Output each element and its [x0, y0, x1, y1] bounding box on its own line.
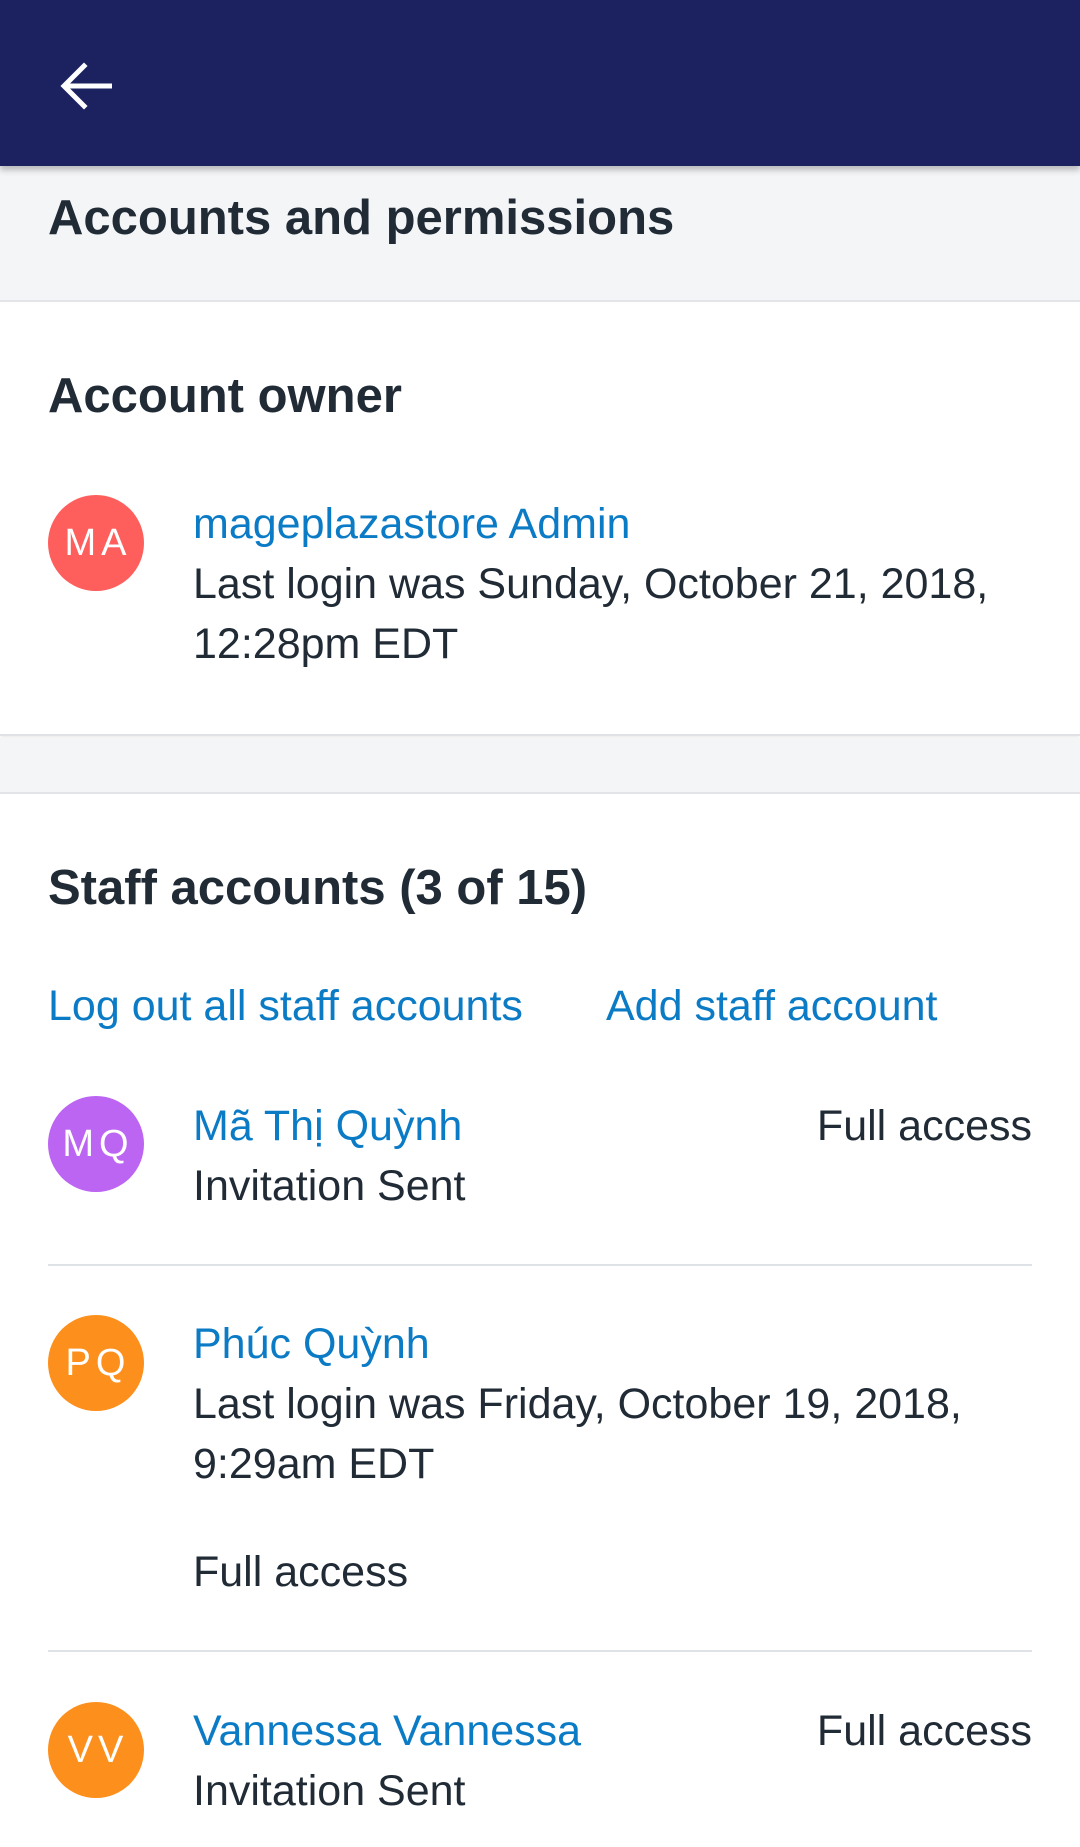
arrow-left-icon	[60, 62, 112, 110]
list-divider	[48, 1264, 1032, 1266]
staff-status: Invitation Sent	[193, 1162, 466, 1210]
staff-access-level: Full access	[193, 1548, 409, 1596]
account-owner-card: Account owner MA mageplazastore Admin La…	[0, 304, 1080, 736]
owner-avatar: MA	[48, 495, 144, 591]
logout-all-staff-link[interactable]: Log out all staff accounts	[48, 976, 523, 1036]
page-title: Accounts and permissions	[48, 191, 675, 245]
staff-name-link[interactable]: Vannessa Vannessa	[193, 1701, 581, 1761]
staff-last-login-line1: Last login was Friday, October 19, 2018,	[193, 1380, 962, 1428]
staff-name-link[interactable]: Phúc Quỳnh	[193, 1314, 430, 1374]
staff-avatar: PQ	[48, 1315, 144, 1411]
staff-avatar: VV	[48, 1702, 144, 1798]
account-owner-heading: Account owner	[48, 369, 402, 423]
staff-name-link[interactable]: Mã Thị Quỳnh	[193, 1096, 462, 1156]
owner-last-login-line2: 12:28pm EDT	[193, 620, 459, 668]
list-divider	[48, 1650, 1032, 1652]
add-staff-account-link[interactable]: Add staff account	[606, 976, 938, 1036]
staff-last-login-line2: 9:29am EDT	[193, 1440, 435, 1488]
staff-access-level: Full access	[816, 1707, 1032, 1755]
section-spacer	[0, 738, 1080, 794]
staff-status: Invitation Sent	[193, 1767, 466, 1815]
staff-accounts-card: Staff accounts (3 of 15) Log out all sta…	[0, 796, 1080, 1847]
back-button[interactable]	[48, 48, 124, 124]
staff-avatar: MQ	[48, 1096, 144, 1192]
app-bar	[0, 0, 1080, 166]
owner-name-link[interactable]: mageplazastore Admin	[193, 494, 630, 554]
owner-last-login-line1: Last login was Sunday, October 21, 2018,	[193, 560, 989, 608]
staff-access-level: Full access	[816, 1102, 1032, 1150]
staff-accounts-heading: Staff accounts (3 of 15)	[48, 861, 588, 915]
